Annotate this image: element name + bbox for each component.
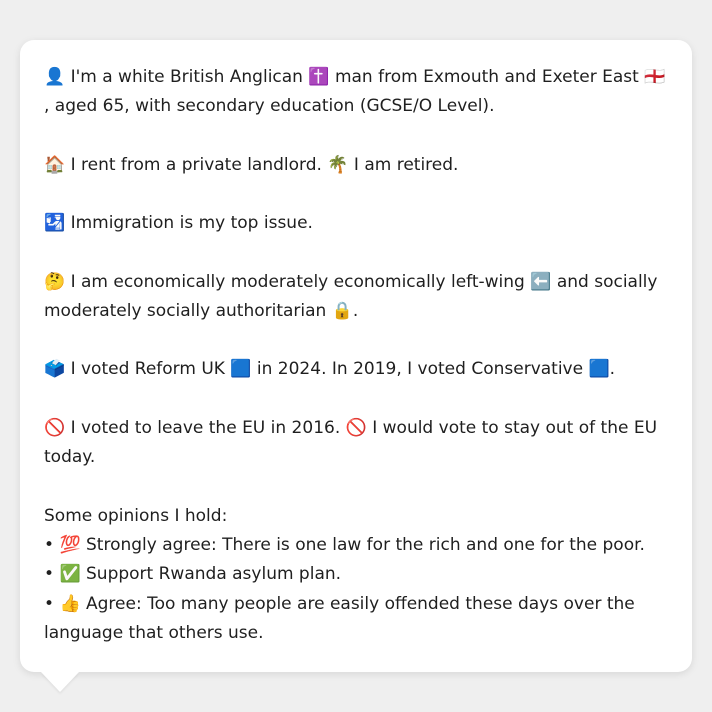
thinking-face-icon: 🤔 xyxy=(44,271,66,292)
opinions-list: • 💯 Strongly agree: There is one law for… xyxy=(44,531,668,649)
issue-text: Immigration is my top issue. xyxy=(65,213,313,234)
ideology-paragraph: 🤔 I am economically moderately economica… xyxy=(44,268,668,327)
profile-message-bubble: 👤 I'm a white British Anglican ✝️ man fr… xyxy=(20,40,692,672)
bullet: • xyxy=(44,564,60,585)
hundred-points-icon: 💯 xyxy=(59,535,81,556)
eu-paragraph: 🚫 I voted to leave the EU in 2016. 🚫 I w… xyxy=(44,414,668,473)
intro-text-a: I'm a white British Anglican xyxy=(65,67,309,87)
bullet: • xyxy=(44,593,60,614)
thumbs-up-icon: 👍 xyxy=(59,593,81,614)
bubble-tail xyxy=(41,672,79,692)
cross-icon: ✝️ xyxy=(308,67,330,87)
opinions-heading: Some opinions I hold: xyxy=(44,505,228,526)
blue-square-icon: 🟦 xyxy=(230,359,252,380)
housing-text-a: I rent from a private landlord. xyxy=(65,154,328,175)
ballot-box-icon: 🗳️ xyxy=(44,359,66,380)
ideology-text-c: . xyxy=(352,301,359,322)
prohibited-icon: 🚫 xyxy=(345,417,367,438)
prohibited-icon: 🚫 xyxy=(44,417,66,438)
opinion-text: Agree: Too many people are easily offend… xyxy=(44,593,635,644)
palm-tree-icon: 🌴 xyxy=(327,154,349,175)
opinion-text: Support Rwanda asylum plan. xyxy=(80,564,342,585)
ideology-text-a: I am economically moderately economicall… xyxy=(65,271,531,292)
lock-icon: 🔒 xyxy=(331,301,353,322)
list-item: • ✅ Support Rwanda asylum plan. xyxy=(44,560,668,589)
opinion-text: Strongly agree: There is one law for the… xyxy=(80,535,645,556)
house-icon: 🏠 xyxy=(44,154,66,175)
housing-text-b: I am retired. xyxy=(348,154,459,175)
bullet: • xyxy=(44,535,60,556)
passport-control-icon: 🛂 xyxy=(44,213,66,234)
issue-paragraph: 🛂 Immigration is my top issue. xyxy=(44,209,668,238)
person-icon: 👤 xyxy=(44,67,66,87)
blue-square-icon: 🟦 xyxy=(588,359,610,380)
list-item: • 👍 Agree: Too many people are easily of… xyxy=(44,590,668,649)
vote-paragraph: 🗳️ I voted Reform UK 🟦 in 2024. In 2019,… xyxy=(44,355,668,384)
left-arrow-icon: ⬅️ xyxy=(530,271,552,292)
eu-text-a: I voted to leave the EU in 2016. xyxy=(65,417,346,438)
vote-text-c: . xyxy=(609,359,616,380)
intro-paragraph: 👤 I'm a white British Anglican ✝️ man fr… xyxy=(44,63,668,122)
intro-text-b: man from Exmouth and Exeter East xyxy=(329,67,645,87)
list-item: • 💯 Strongly agree: There is one law for… xyxy=(44,531,668,560)
vote-text-a: I voted Reform UK xyxy=(65,359,231,380)
intro-text-c: , aged 65, with secondary education (GCS… xyxy=(44,96,495,117)
england-flag-icon: 🏴󠁧󠁢󠁥󠁮󠁧󠁿 xyxy=(644,67,666,87)
vote-text-b: in 2024. In 2019, I voted Conservative xyxy=(251,359,589,380)
check-mark-icon: ✅ xyxy=(59,564,81,585)
housing-paragraph: 🏠 I rent from a private landlord. 🌴 I am… xyxy=(44,151,668,180)
